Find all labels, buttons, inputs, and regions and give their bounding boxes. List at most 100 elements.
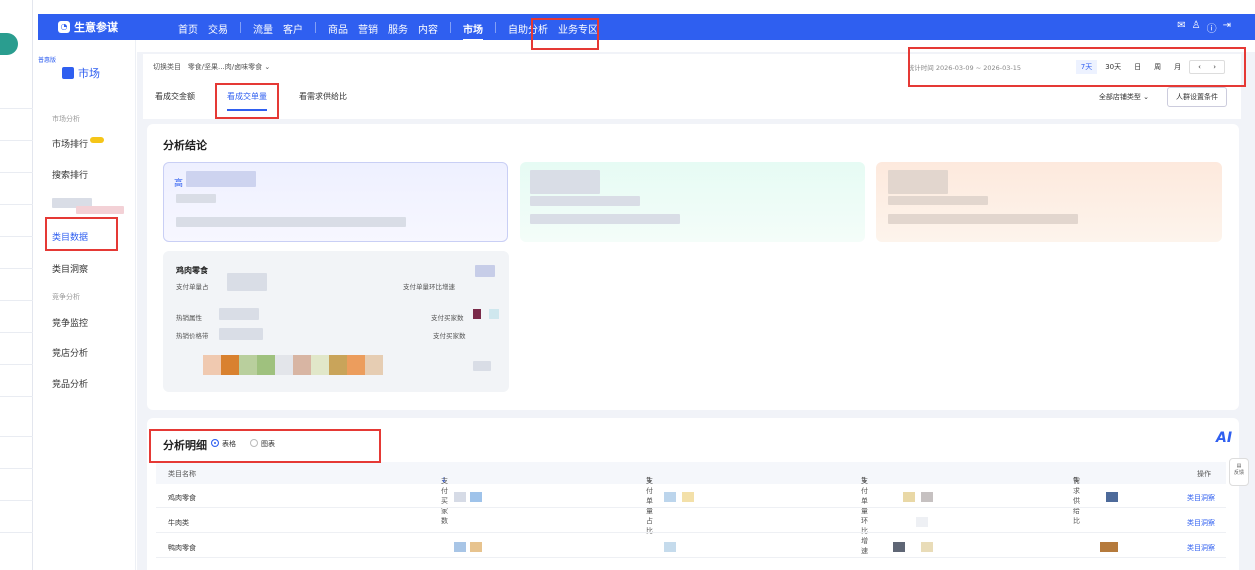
- divider: [0, 468, 33, 469]
- divider: [0, 300, 33, 301]
- section-title: 分析结论: [163, 139, 207, 152]
- sidebar-item-product-analysis[interactable]: 竞品分析: [52, 377, 88, 390]
- nav-separator: [450, 22, 451, 33]
- group-market-analysis: 市场分析: [52, 115, 80, 123]
- new-badge: [90, 137, 105, 143]
- nav-item-home[interactable]: 首页: [178, 21, 198, 41]
- version-badge: 普惠版: [38, 57, 57, 64]
- col-action: 操作: [1197, 470, 1211, 478]
- annotation-box: [215, 83, 279, 119]
- category-insight-link[interactable]: 类目洞察: [1187, 493, 1215, 503]
- market-module-icon: [62, 67, 74, 79]
- redacted-cell: [893, 542, 905, 552]
- redacted-text: [176, 217, 406, 227]
- sidebar-item-market-rank[interactable]: 市场排行: [52, 137, 105, 150]
- left-app-strip: [0, 0, 33, 570]
- nav-item-traffic[interactable]: 流量: [253, 21, 273, 41]
- nav-item-trade[interactable]: 交易: [208, 21, 228, 41]
- insight-card: 高: [163, 162, 508, 242]
- sidebar: 普惠版 市场 市场分析 市场排行 搜索排行 类目数据 类目洞察 竞争分析 竞争监…: [38, 40, 136, 570]
- row-category-name: 牛肉类: [168, 519, 189, 527]
- metric-label: 支付买家数: [433, 332, 466, 340]
- row-category-name: 鸡肉零食: [168, 494, 196, 502]
- nav-item-goods[interactable]: 商品: [328, 21, 348, 41]
- message-icon[interactable]: ✉: [1177, 20, 1185, 35]
- redacted-value: [475, 265, 495, 277]
- divider: [0, 108, 33, 109]
- redacted-value: [473, 361, 491, 371]
- annotation-box: [149, 429, 381, 463]
- redacted-text: [530, 196, 640, 206]
- shop-type-select[interactable]: 全部店铺类型 ⌄: [1099, 92, 1149, 102]
- logout-icon[interactable]: ⇥: [1223, 20, 1231, 35]
- insight-card: [520, 162, 865, 242]
- category-value: 零食/坚果...肉/卤味零食: [187, 63, 263, 71]
- metric-label: 热销价格带: [176, 332, 209, 340]
- category-insight-link[interactable]: 类目洞察: [1187, 518, 1215, 528]
- divider: [0, 332, 33, 333]
- app-avatar[interactable]: [0, 33, 18, 55]
- redacted-value: [219, 328, 263, 340]
- insight-card-prefix: 高: [174, 179, 184, 189]
- ai-assistant-button[interactable]: AI: [1216, 430, 1232, 446]
- category-switcher[interactable]: 切换类目 零食/坚果...肉/卤味零食 ⌄: [153, 62, 270, 72]
- redacted-cell: [903, 492, 915, 502]
- redacted-cell: [921, 492, 933, 502]
- sidebar-item-shop-analysis[interactable]: 竞店分析: [52, 346, 88, 359]
- sort-icon: ⇣: [441, 476, 447, 484]
- top-icons: ✉ ♙ ⓘ ⇥: [1177, 20, 1231, 35]
- divider: [0, 364, 33, 365]
- nav-separator: [240, 22, 241, 33]
- nav-item-customer[interactable]: 客户: [283, 21, 303, 41]
- brand[interactable]: ◔ 生意参谋: [58, 19, 118, 35]
- category-insight-link[interactable]: 类目洞察: [1187, 543, 1215, 553]
- tab-demand-supply[interactable]: 看需求供给比: [299, 91, 347, 111]
- nav-item-service[interactable]: 服务: [388, 21, 408, 41]
- sidebar-item-competition-monitor[interactable]: 竞争监控: [52, 316, 88, 329]
- redacted-sidebar-item: [76, 206, 124, 214]
- feedback-button[interactable]: ▤ 反馈: [1229, 458, 1249, 486]
- redacted-text: [530, 170, 600, 194]
- sort-icon: ⇅: [861, 476, 867, 484]
- nav-item-market[interactable]: 市场: [463, 21, 483, 41]
- divider: [0, 172, 33, 173]
- table-header: 类目名称 支付买家数 ⇣ 支付单量占比 ⇅ 支付单量环比增速 ⇅ 需求供给比 ⇅…: [156, 462, 1226, 555]
- sidebar-item-search-rank[interactable]: 搜索排行: [52, 168, 88, 181]
- metric-label: 支付单量环比增速: [403, 283, 455, 291]
- shop-type-value: 全部店铺类型: [1098, 93, 1141, 101]
- help-icon[interactable]: ⓘ: [1207, 20, 1217, 35]
- redacted-cell: [916, 517, 928, 527]
- sort-icon: ⇅: [646, 476, 652, 484]
- feedback-label: 反馈: [1233, 470, 1244, 476]
- divider: [0, 268, 33, 269]
- redacted-cell: [664, 492, 676, 502]
- module-title: 市场: [78, 67, 100, 80]
- nav-item-content[interactable]: 内容: [418, 21, 438, 41]
- sidebar-item-label: 市场排行: [52, 140, 89, 150]
- tab-amount[interactable]: 看成交金额: [155, 91, 195, 111]
- brand-name: 生意参谋: [74, 21, 118, 34]
- redacted-value: [473, 309, 481, 319]
- insight-card: [876, 162, 1222, 242]
- redacted-thumbnails: [203, 355, 383, 375]
- nav-separator: [495, 22, 496, 33]
- group-competition: 竞争分析: [52, 293, 80, 301]
- sidebar-item-category-insight[interactable]: 类目洞察: [52, 262, 88, 275]
- redacted-cell: [1100, 542, 1118, 552]
- divider: [0, 204, 33, 205]
- divider: [0, 532, 33, 533]
- divider: [0, 500, 33, 501]
- crowd-settings-button[interactable]: 人群设置条件: [1167, 87, 1227, 107]
- metric-label: 支付单量占: [176, 283, 209, 291]
- user-icon[interactable]: ♙: [1192, 20, 1201, 35]
- redacted-cell: [470, 542, 482, 552]
- top-navigation: ◔ 生意参谋 首页 交易 流量 客户 商品 营销 服务 内容 市场 自助分析 业…: [38, 14, 1255, 41]
- redacted-value: [489, 309, 499, 319]
- redacted-text: [888, 196, 988, 205]
- sort-icon: ⇅: [1073, 476, 1079, 484]
- redacted-cell: [454, 542, 466, 552]
- category-label: 切换类目: [153, 63, 181, 71]
- redacted-text: [186, 171, 256, 187]
- redacted-cell: [921, 542, 933, 552]
- nav-item-marketing[interactable]: 营销: [358, 21, 378, 41]
